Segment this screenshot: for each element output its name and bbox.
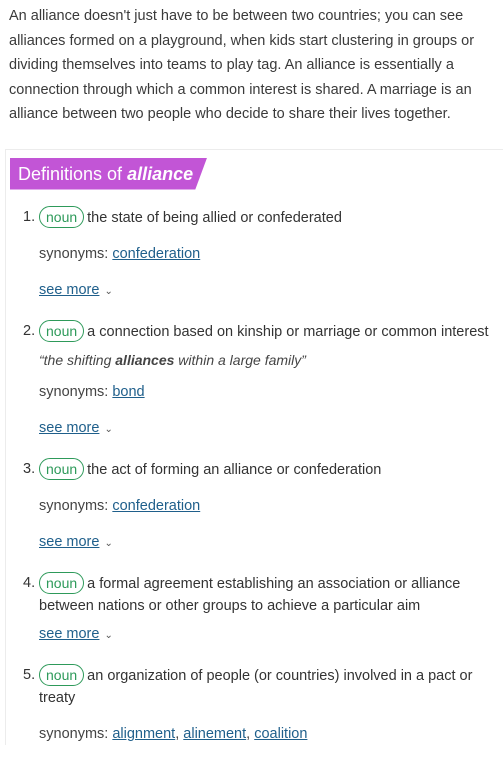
see-more-button[interactable]: see more ⌄ xyxy=(39,531,495,555)
see-more-label: see more xyxy=(39,419,100,436)
definition-item: 5. noun an organization of people (or cou… xyxy=(6,663,503,745)
usage-example-start: “the shifting xyxy=(39,351,116,368)
synonyms-row: synonyms: confederation xyxy=(39,243,495,265)
synonym-link[interactable]: alignment xyxy=(112,726,175,742)
intro-paragraph: An alliance doesn't just have to be betw… xyxy=(9,8,475,122)
definition-text: the act of forming an alliance or confed… xyxy=(87,461,382,478)
definitions-heading-word: alliance xyxy=(127,163,194,184)
see-more-button[interactable]: see more ⌄ xyxy=(39,623,495,647)
definitions-heading: Definitions of alliance xyxy=(10,157,208,190)
see-more-label: see more xyxy=(39,281,100,298)
part-of-speech-badge: noun xyxy=(39,205,85,228)
definitions-section: Definitions of alliance 1. noun the state… xyxy=(5,148,503,745)
definition-item: 3. noun the act of forming an alliance or… xyxy=(6,457,503,555)
synonym-link[interactable]: coalition xyxy=(254,726,307,742)
synonyms-row: synonyms: bond xyxy=(39,381,495,403)
see-more-label: see more xyxy=(39,625,100,642)
definition-item: 1. noun the state of being allied or conf… xyxy=(6,205,503,303)
chevron-down-icon: ⌄ xyxy=(104,629,113,641)
definition-text: a connection based on kinship or marriag… xyxy=(87,323,489,340)
synonym-link[interactable]: alinement xyxy=(183,726,246,742)
part-of-speech-badge: noun xyxy=(39,571,85,594)
definition-item: 4. noun a formal agreement establishing a… xyxy=(6,571,503,647)
synonyms-row: synonyms: alignment, alinement, coalitio… xyxy=(39,725,308,742)
usage-example-keyword: alliances xyxy=(115,351,175,368)
definition-item: 2. noun a connection based on kinship or … xyxy=(6,319,503,441)
definitions-heading-prefix: Definitions of xyxy=(18,163,123,184)
synonym-link[interactable]: confederation xyxy=(112,246,200,262)
definition-number: 5. xyxy=(23,666,36,683)
synonym-link[interactable]: confederation xyxy=(112,498,200,514)
see-more-label: see more xyxy=(39,533,100,550)
synonyms-label: synonyms: xyxy=(39,725,109,742)
synonyms-label: synonyms: xyxy=(39,497,109,514)
see-more-button[interactable]: see more ⌄ xyxy=(39,417,495,441)
definitions-list: 1. noun the state of being allied or conf… xyxy=(6,205,503,745)
definition-number: 4. xyxy=(23,574,36,591)
part-of-speech-badge: noun xyxy=(39,663,85,686)
see-more-button[interactable]: see more ⌄ xyxy=(39,279,495,303)
chevron-down-icon: ⌄ xyxy=(104,285,113,297)
synonyms-label: synonyms: xyxy=(39,383,109,400)
chevron-down-icon: ⌄ xyxy=(104,423,113,435)
chevron-down-icon: ⌄ xyxy=(104,537,113,549)
part-of-speech-badge: noun xyxy=(39,319,85,342)
part-of-speech-badge: noun xyxy=(39,457,85,480)
usage-example-end: within a large family” xyxy=(174,351,306,368)
definition-number: 3. xyxy=(23,460,36,477)
synonym-link[interactable]: bond xyxy=(112,384,144,400)
definition-text: an organization of people (or countries)… xyxy=(39,667,473,706)
definition-text: a formal agreement establishing an assoc… xyxy=(39,575,461,614)
definition-number: 2. xyxy=(23,322,36,339)
definition-number: 1. xyxy=(23,208,36,225)
definition-text: the state of being allied or confederate… xyxy=(87,209,342,226)
synonyms-label: synonyms: xyxy=(39,245,109,262)
synonyms-row: synonyms: confederation xyxy=(39,495,495,517)
usage-example: “the shifting alliances within a large f… xyxy=(39,349,495,371)
